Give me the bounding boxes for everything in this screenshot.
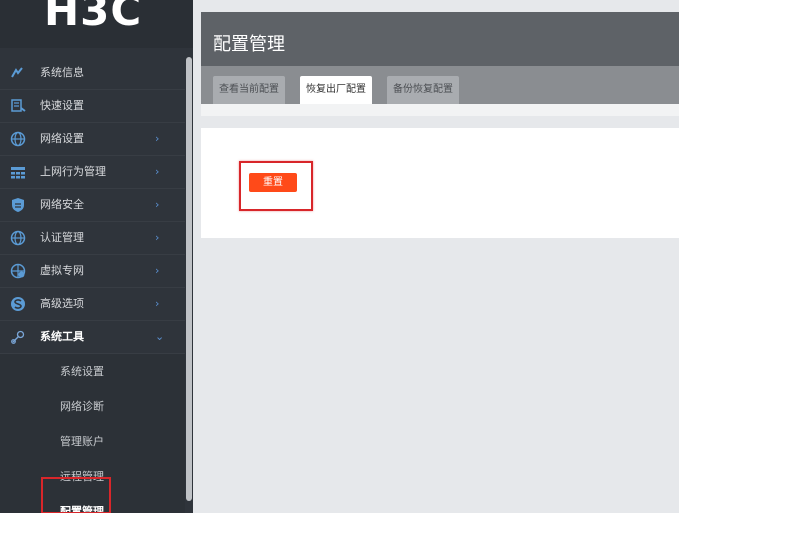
logo-text: H3C bbox=[44, 0, 143, 35]
tab-view-current-config[interactable]: 查看当前配置 bbox=[213, 76, 285, 104]
chevron-right-icon: › bbox=[155, 165, 160, 178]
tab-factory-reset[interactable]: 恢复出厂配置 bbox=[300, 76, 372, 104]
sidebar-item-system-info[interactable]: 系统信息 bbox=[0, 57, 185, 90]
sidebar-item-label: 网络安全 bbox=[40, 198, 84, 211]
page-title: 配置管理 bbox=[213, 34, 285, 55]
sidebar-scrollbar[interactable] bbox=[186, 57, 192, 501]
shield-icon bbox=[10, 197, 26, 213]
sidebar-subitem-admin-accounts[interactable]: 管理账户 bbox=[0, 424, 185, 459]
sidebar-item-label: 上网行为管理 bbox=[40, 165, 106, 178]
sidebar-subitem-network-diagnostics[interactable]: 网络诊断 bbox=[0, 389, 185, 424]
sidebar-item-network-security[interactable]: 网络安全 › bbox=[0, 189, 185, 222]
sidebar-subitem-label: 网络诊断 bbox=[60, 400, 104, 413]
tab-bar: 查看当前配置 恢复出厂配置 备份恢复配置 bbox=[201, 66, 679, 104]
sidebar-item-auth-management[interactable]: 认证管理 › bbox=[0, 222, 185, 255]
highlight-box-config-management bbox=[41, 477, 111, 513]
sidebar-item-label: 快速设置 bbox=[40, 99, 84, 112]
chevron-right-icon: › bbox=[155, 198, 160, 211]
logo: H3C bbox=[0, 0, 193, 48]
tools-icon bbox=[10, 329, 26, 345]
chevron-right-icon: › bbox=[155, 231, 160, 244]
vpn-globe-icon bbox=[10, 263, 26, 279]
grid-icon bbox=[10, 164, 26, 180]
sidebar-item-vpn[interactable]: 虚拟专网 › bbox=[0, 255, 185, 288]
tab-backup-restore[interactable]: 备份恢复配置 bbox=[387, 76, 459, 104]
sidebar-subitem-label: 管理账户 bbox=[60, 435, 104, 448]
reset-panel: 重置 bbox=[201, 128, 679, 238]
advanced-icon bbox=[10, 296, 26, 312]
chevron-down-icon: ⌄ bbox=[155, 330, 165, 343]
panel-header: 配置管理 查看当前配置 恢复出厂配置 备份恢复配置 bbox=[201, 12, 679, 104]
globe-icon bbox=[10, 131, 26, 147]
sidebar-subitem-system-settings[interactable]: 系统设置 bbox=[0, 354, 185, 389]
sidebar-item-label: 系统工具 bbox=[40, 330, 84, 343]
sidebar-item-label: 高级选项 bbox=[40, 297, 84, 310]
chevron-right-icon: › bbox=[155, 297, 160, 310]
gauge-icon bbox=[10, 65, 26, 81]
sidebar-item-advanced[interactable]: 高级选项 › bbox=[0, 288, 185, 321]
sidebar: H3C 系统信息 快速设置 网络设置 › 上网行为管理 › 网络安全 › 认证管… bbox=[0, 0, 193, 513]
sidebar-item-network-settings[interactable]: 网络设置 › bbox=[0, 123, 185, 156]
highlight-box-reset: 重置 bbox=[239, 161, 313, 211]
sidebar-item-label: 认证管理 bbox=[40, 231, 84, 244]
sidebar-item-label: 系统信息 bbox=[40, 66, 84, 79]
sidebar-item-behavior-management[interactable]: 上网行为管理 › bbox=[0, 156, 185, 189]
sidebar-subitem-label: 系统设置 bbox=[60, 365, 104, 378]
chevron-right-icon: › bbox=[155, 132, 160, 145]
chevron-right-icon: › bbox=[155, 264, 160, 277]
main-content: 配置管理 查看当前配置 恢复出厂配置 备份恢复配置 重置 bbox=[193, 0, 679, 513]
sidebar-item-label: 虚拟专网 bbox=[40, 264, 84, 277]
sidebar-item-label: 网络设置 bbox=[40, 132, 84, 145]
sidebar-item-system-tools[interactable]: 系统工具 ⌄ bbox=[0, 321, 185, 354]
globe-icon bbox=[10, 230, 26, 246]
sidebar-nav: 系统信息 快速设置 网络设置 › 上网行为管理 › 网络安全 › 认证管理 › … bbox=[0, 57, 185, 513]
sidebar-item-quick-setup[interactable]: 快速设置 bbox=[0, 90, 185, 123]
panel-strip bbox=[201, 104, 679, 116]
reset-button[interactable]: 重置 bbox=[249, 173, 297, 192]
setup-icon bbox=[10, 98, 26, 114]
